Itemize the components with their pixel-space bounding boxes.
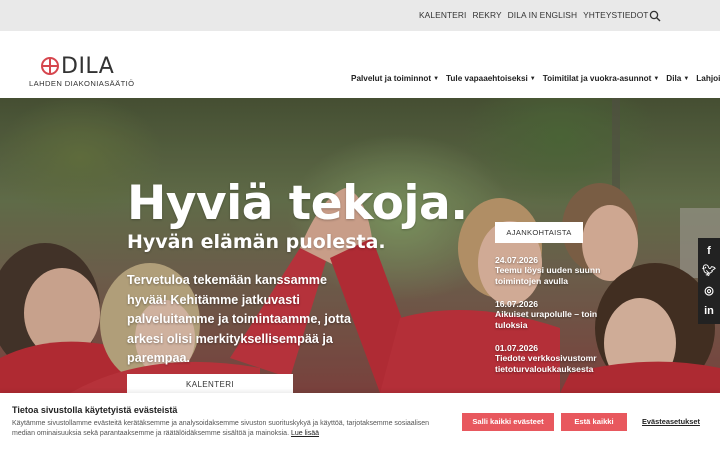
news-list: 24.07.2026 Teemu löysi uuden suunn toimi… <box>495 255 605 387</box>
news-date: 16.07.2026 <box>495 299 539 309</box>
news-heading-button[interactable]: AJANKOHTAISTA <box>495 222 583 243</box>
nav-item-label: Lahjoita <box>696 74 720 83</box>
site-logo[interactable]: DILA LAHDEN DIAKONIASÄÄTIÖ <box>29 54 139 92</box>
hero-subtitle: Hyvän elämän puolesta. <box>127 231 386 253</box>
news-date: 24.07.2026 <box>495 255 539 265</box>
utility-link-calendar[interactable]: KALENTERI <box>419 10 466 20</box>
search-icon[interactable] <box>649 10 661 22</box>
facebook-icon[interactable]: f <box>707 245 711 257</box>
utility-links: KALENTERI REKRY DILA IN ENGLISH YHTEYSTI… <box>419 10 649 20</box>
chevron-down-icon: ▼ <box>653 76 660 82</box>
news-date: 01.07.2026 <box>495 343 539 353</box>
nav-item-services[interactable]: Palvelut ja toiminnot ▼ <box>351 74 439 83</box>
news-title[interactable]: Aikuiset urapolulle – toin tuloksia <box>495 309 605 331</box>
linkedin-icon[interactable]: in <box>704 305 714 317</box>
nav-item-volunteer[interactable]: Tule vapaaehtoiseksi ▼ <box>446 74 536 83</box>
nav-item-label: Toimitilat ja vuokra-asunnot <box>542 74 652 83</box>
cookie-settings-link[interactable]: Evästeasetukset <box>642 417 700 426</box>
allow-all-cookies-button[interactable]: Salli kaikki evästeet <box>462 413 554 431</box>
nav-item-label: Tule vapaaehtoiseksi <box>446 74 528 83</box>
hero-banner: Hyviä tekoja. Hyvän elämän puolesta. Ter… <box>0 98 720 393</box>
hero-title: Hyviä tekoja. <box>127 176 468 231</box>
twitter-icon[interactable]: 🐦︎ <box>702 265 716 277</box>
utility-link-rekry[interactable]: REKRY <box>472 10 501 20</box>
social-bar: f 🐦︎ ◎ in <box>698 238 720 324</box>
hero-text: Tervetuloa tekemään kanssamme hyvää! Keh… <box>127 273 351 365</box>
news-title[interactable]: Tiedote verkkosivustomr tietoturvaloukka… <box>495 353 605 375</box>
dila-logo-mark-icon <box>41 57 59 75</box>
news-item[interactable]: 01.07.2026 Tiedote verkkosivustomr tieto… <box>495 343 605 375</box>
chevron-down-icon: ▼ <box>683 76 690 82</box>
nav-item-label: Palvelut ja toiminnot <box>351 74 432 83</box>
utility-link-contact[interactable]: YHTEYSTIEDOT <box>583 10 648 20</box>
instagram-icon[interactable]: ◎ <box>704 285 714 297</box>
utility-link-english[interactable]: DILA IN ENGLISH <box>508 10 577 20</box>
logo-wordmark: DILA <box>61 54 115 79</box>
cookie-read-more-link[interactable]: Lue lisää <box>291 430 319 437</box>
cookie-banner: Tietoa sivustolla käytetyistä evästeistä… <box>0 393 720 450</box>
utility-bar: KALENTERI REKRY DILA IN ENGLISH YHTEYSTI… <box>0 0 720 31</box>
chevron-down-icon: ▼ <box>433 76 440 82</box>
cookie-description: Käytämme sivustollamme evästeitä kerätäk… <box>12 420 430 437</box>
site-header: DILA LAHDEN DIAKONIASÄÄTIÖ Palvelut ja t… <box>0 31 720 98</box>
news-title[interactable]: Teemu löysi uuden suunn toimintojen avul… <box>495 265 605 287</box>
logo-subtitle: LAHDEN DIAKONIASÄÄTIÖ <box>29 79 135 88</box>
calendar-button[interactable]: KALENTERI <box>127 374 293 393</box>
main-navigation: Palvelut ja toiminnot ▼ Tule vapaaehtoise… <box>351 74 720 83</box>
nav-item-premises[interactable]: Toimitilat ja vuokra-asunnot ▼ <box>543 74 660 83</box>
nav-item-dila[interactable]: Dila ▼ <box>666 74 689 83</box>
deny-all-cookies-button[interactable]: Estä kaikki <box>561 413 627 431</box>
nav-item-label: Dila <box>666 74 682 83</box>
news-item[interactable]: 24.07.2026 Teemu löysi uuden suunn toimi… <box>495 255 605 287</box>
chevron-down-icon: ▼ <box>529 76 536 82</box>
cookie-title: Tietoa sivustolla käytetyistä evästeistä <box>12 405 178 415</box>
cookie-text: Käytämme sivustollamme evästeitä kerätäk… <box>12 419 432 439</box>
nav-item-donate[interactable]: Lahjoita▼ <box>696 74 720 83</box>
news-item[interactable]: 16.07.2026 Aikuiset urapolulle – toin tu… <box>495 299 605 331</box>
